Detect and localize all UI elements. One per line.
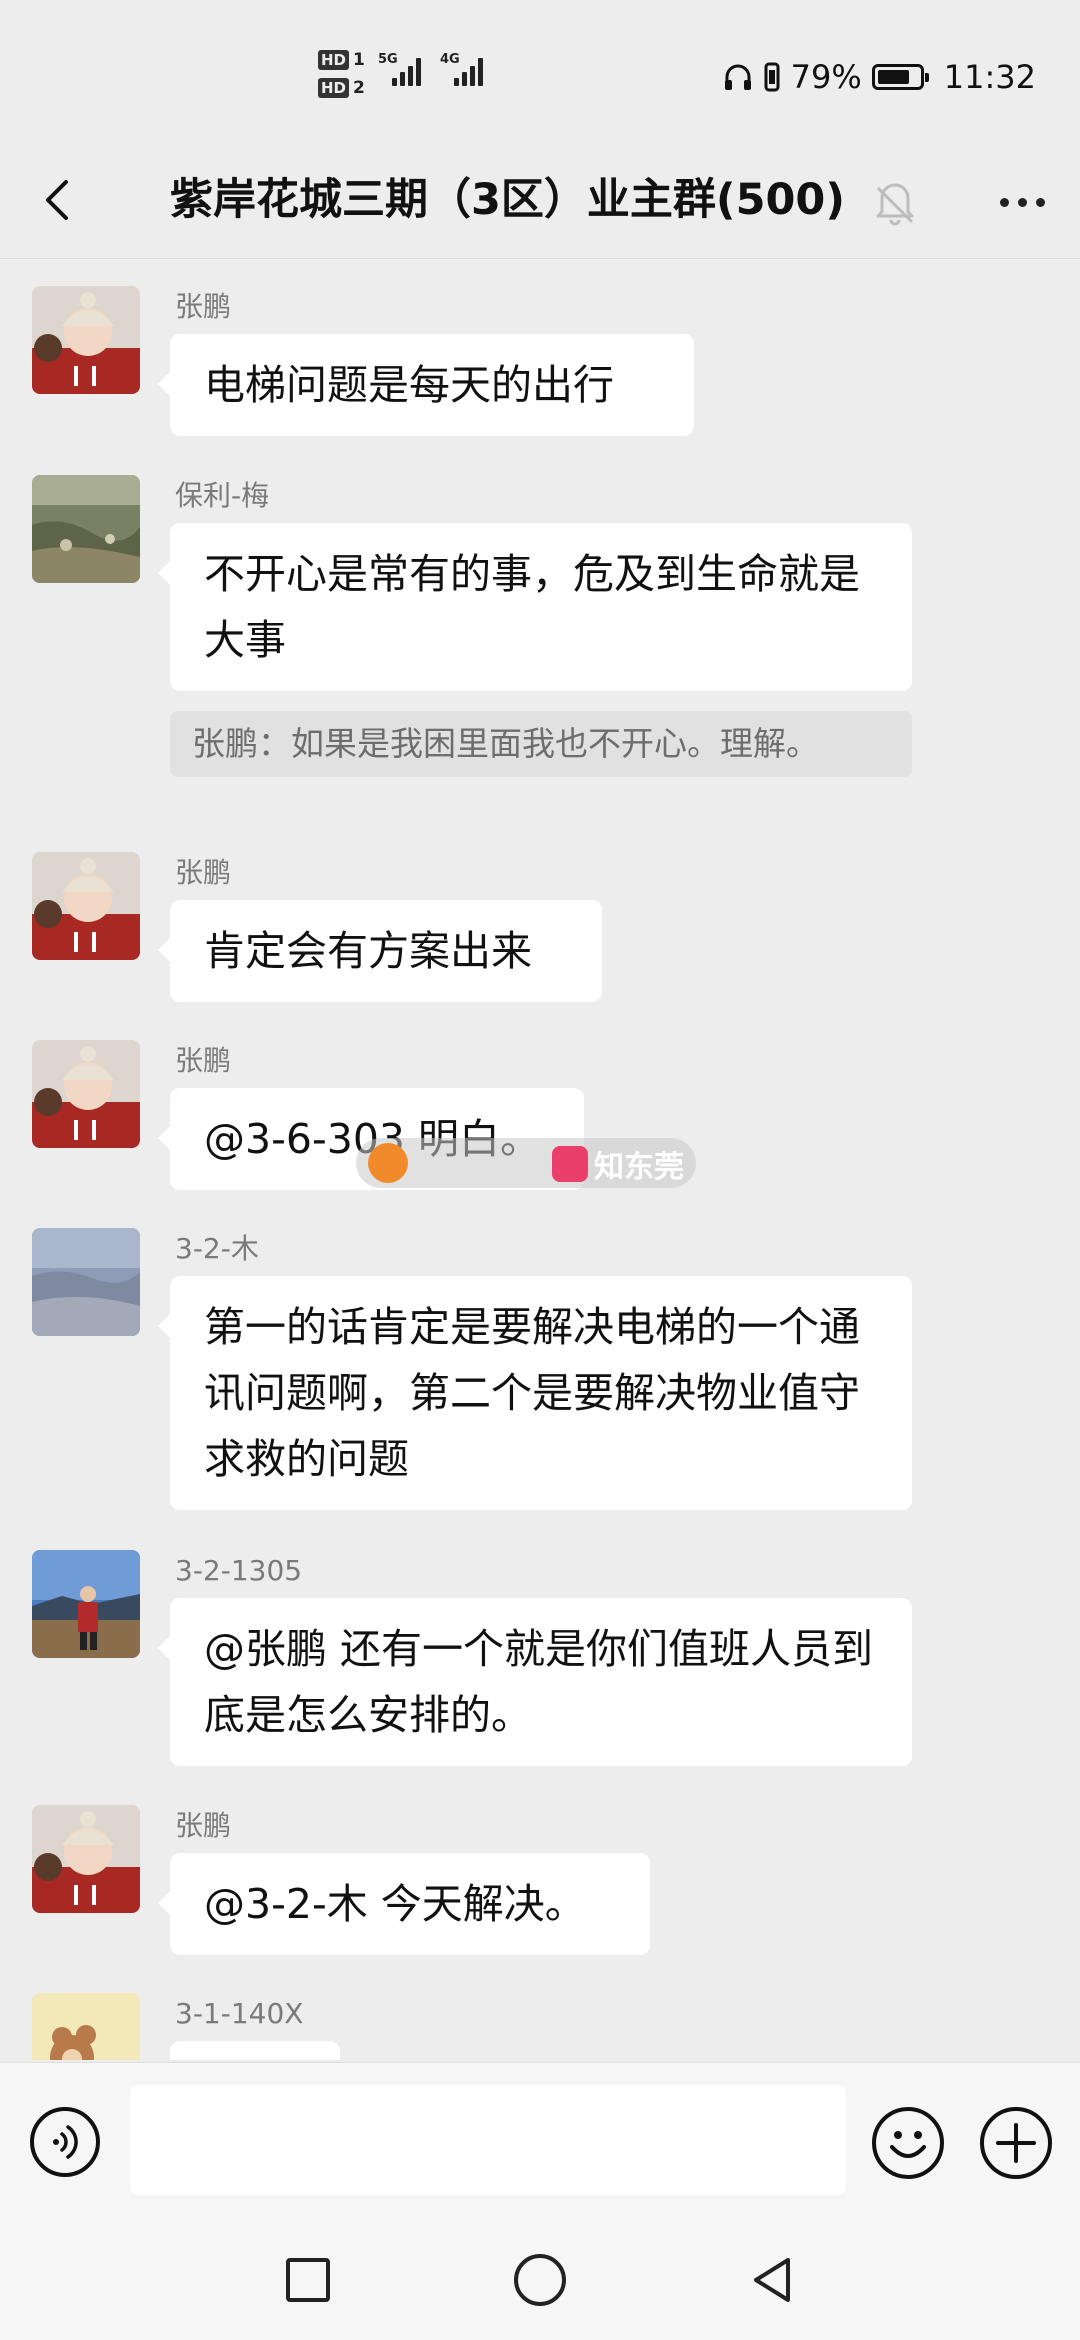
avatar[interactable]	[32, 1040, 140, 1148]
sender-name: 张鹏	[175, 290, 232, 323]
battery-percent: 79%	[790, 58, 862, 96]
sender-name: 3-2-1305	[175, 1554, 303, 1587]
sender-name: 张鹏	[175, 856, 232, 889]
sender-name: 张鹏	[175, 1809, 232, 1842]
mute-bell-icon	[876, 183, 914, 226]
avatar[interactable]	[32, 1228, 140, 1336]
battery-icon	[871, 64, 929, 90]
avatar[interactable]	[32, 1993, 140, 2060]
recent-apps-icon[interactable]	[286, 2258, 330, 2302]
quoted-reply[interactable]: 张鹏：如果是我困里面我也不开心。理解。	[170, 711, 912, 777]
vibrate-icon	[764, 62, 780, 92]
message-bubble[interactable]: 肯定会有方案出来	[158, 900, 602, 1002]
message-bubble[interactable]	[170, 2041, 340, 2060]
sender-name: 3-2-木	[175, 1232, 259, 1265]
message-bubble[interactable]: @张鹏 还有一个就是你们值班人员到底是怎么安排的。	[158, 1598, 912, 1766]
emoji-button[interactable]	[872, 2107, 944, 2179]
avatar[interactable]	[32, 1805, 140, 1913]
sender-name: 保利-梅	[175, 479, 270, 512]
message-bubble[interactable]: 电梯问题是每天的出行	[158, 334, 694, 436]
hd2-number: 2	[353, 78, 365, 98]
voice-icon	[53, 2125, 78, 2159]
network-4g-label: 4G	[440, 52, 460, 67]
home-icon[interactable]	[514, 2254, 566, 2306]
hd1-label: HD	[318, 50, 350, 70]
watermark-text: 知东莞	[594, 1150, 684, 1185]
emoji-icon	[890, 2131, 926, 2158]
signal-icon-2: 4G	[440, 52, 483, 86]
status-bar: HD 1 HD 2 5G 4G 79% 11:32	[0, 0, 1080, 150]
hd-indicator: HD 1 HD 2	[318, 46, 368, 108]
message-input[interactable]	[130, 2085, 846, 2195]
clock: 11:32	[943, 58, 1036, 96]
avatar[interactable]	[32, 286, 140, 394]
back-nav-icon[interactable]	[744, 2252, 800, 2308]
avatar[interactable]	[32, 475, 140, 583]
headphones-icon	[724, 64, 751, 90]
system-nav-bar	[0, 2222, 1080, 2340]
plus-icon	[996, 2123, 1036, 2163]
sender-name: 3-1-140X	[175, 1997, 304, 2030]
sender-name: 张鹏	[175, 1044, 232, 1077]
page-title: 紫岸花城三期（3区）业主群(500)	[170, 175, 845, 225]
hd2-label: HD	[318, 78, 350, 98]
watermark: 知东莞	[356, 1138, 696, 1188]
message-bubble[interactable]: @3-2-木 今天解决。	[158, 1853, 650, 1955]
watermark-logo-icon	[368, 1143, 408, 1183]
hd1-number: 1	[353, 50, 365, 70]
back-button[interactable]	[30, 170, 90, 230]
voice-button[interactable]	[30, 2107, 100, 2177]
back-icon	[46, 180, 68, 220]
watermark-eye-icon	[552, 1146, 588, 1182]
message-bubble[interactable]: 第一的话肯定是要解决电梯的一个通讯问题啊，第二个是要解决物业值守求救的问题	[158, 1276, 912, 1510]
message-bubble[interactable]: 不开心是常有的事，危及到生命就是大事	[158, 523, 912, 691]
chat-header: 紫岸花城三期（3区）业主群(500)	[0, 150, 1080, 259]
avatar[interactable]	[32, 1550, 140, 1658]
input-bar	[0, 2062, 1080, 2223]
avatar[interactable]	[32, 852, 140, 960]
status-right: 79% 11:32	[723, 52, 1036, 102]
more-icon	[999, 197, 1009, 207]
more-button[interactable]	[990, 172, 1054, 232]
plus-button[interactable]	[980, 2107, 1052, 2179]
network-5g-label: 5G	[378, 52, 398, 67]
signal-icon: 5G	[378, 52, 421, 86]
